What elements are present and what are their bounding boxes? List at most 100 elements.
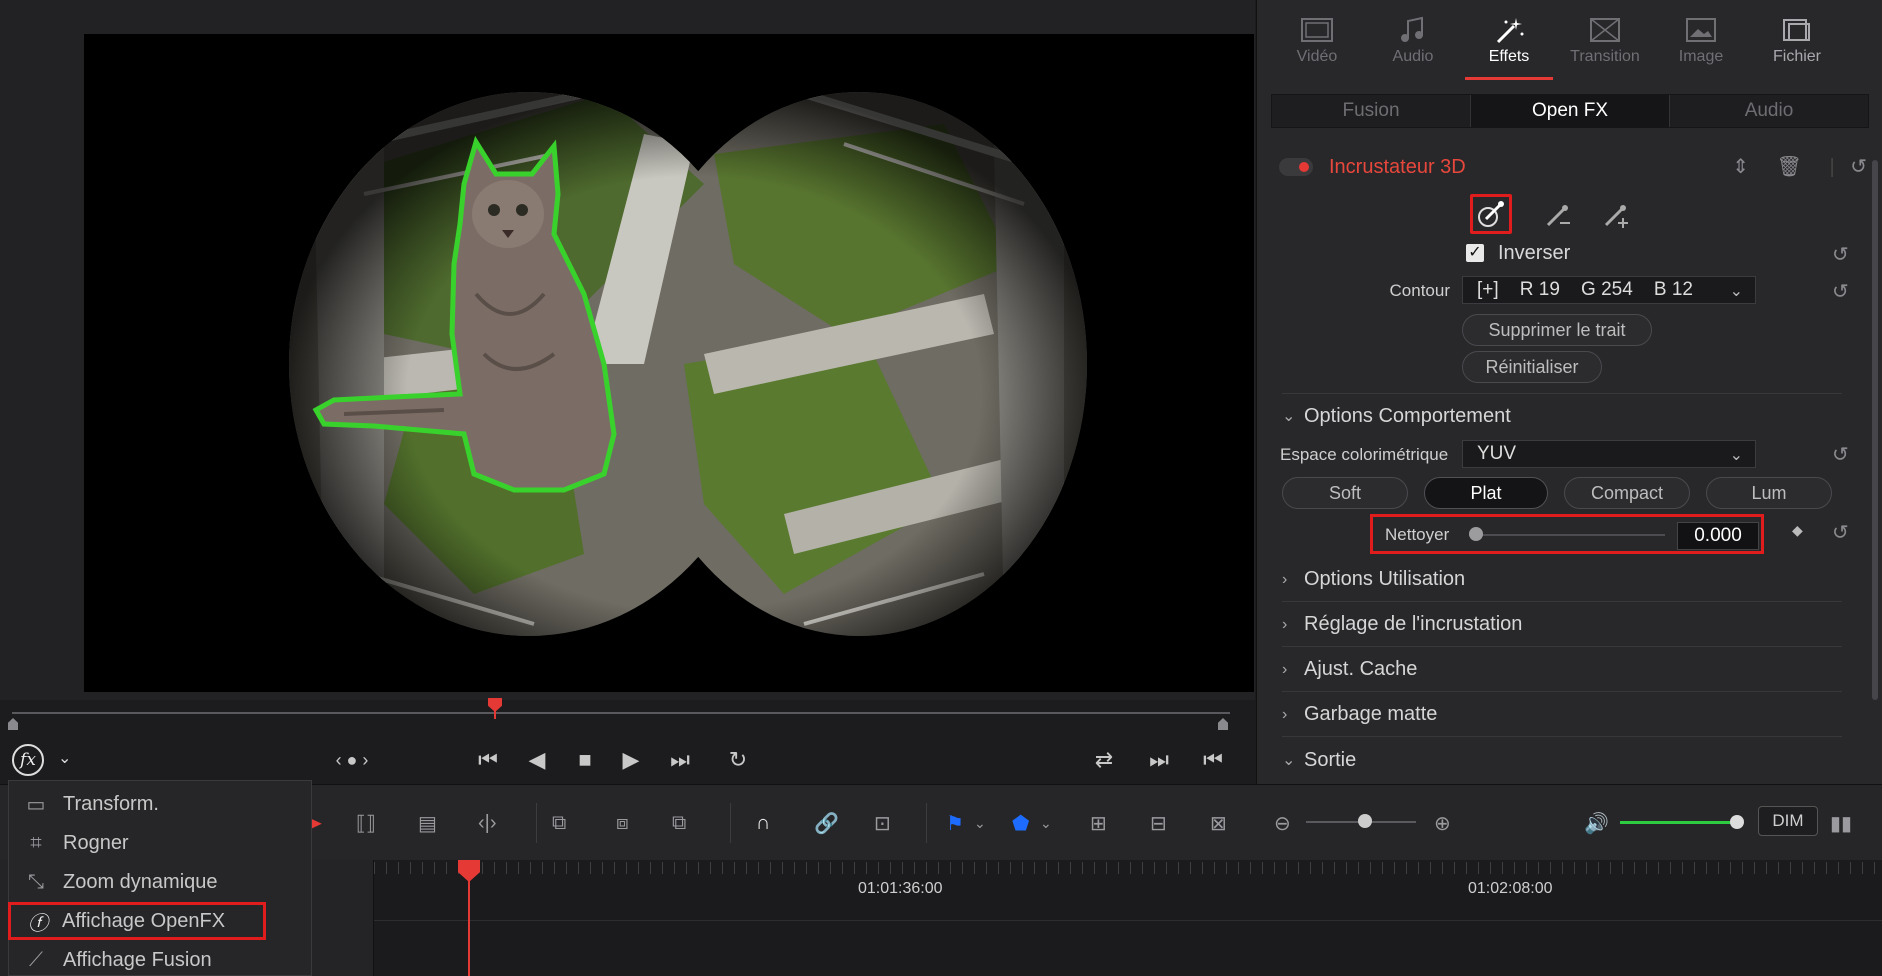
step-back-icon[interactable]: ◀ (520, 742, 554, 778)
overwrite-clip-icon[interactable]: ⧈ (616, 807, 629, 839)
tab-effects[interactable]: Effets (1461, 0, 1557, 80)
clean-slider-knob[interactable] (1469, 527, 1483, 541)
eyedropper-subtract-button[interactable] (1536, 196, 1578, 236)
viewer-playhead[interactable] (488, 698, 502, 712)
contour-color-dropdown[interactable]: [+] R 19 G 254 B 12 ⌄ (1462, 276, 1756, 304)
volume-slider-knob[interactable] (1730, 815, 1744, 829)
colorspace-value: YUV (1477, 443, 1517, 464)
link-icon[interactable]: 🔗 (814, 807, 839, 839)
audio-meter-icon[interactable]: ▮▮ (1830, 807, 1852, 839)
subtab-audio[interactable]: Audio (1670, 95, 1868, 127)
subtab-openfx[interactable]: Open FX (1470, 95, 1670, 127)
magic-wand-icon (1496, 18, 1524, 44)
reset-icon[interactable]: ↺ (1850, 156, 1867, 178)
go-to-end-icon[interactable]: ⏭ (660, 742, 700, 778)
zoom-in-icon[interactable]: ⊕ (1434, 807, 1451, 839)
prev-edit-icon[interactable]: ⏮ (1198, 742, 1228, 778)
trim-edit-icon[interactable]: ⟦⟧ (356, 807, 376, 839)
flag-icon[interactable]: ⚑ (946, 807, 964, 839)
insert-clip-icon[interactable]: ⧉ (552, 807, 566, 839)
reset-icon[interactable]: ↺ (1832, 279, 1882, 304)
clean-value-field[interactable]: 0.000 (1677, 522, 1759, 550)
menu-item-fusion-overlay[interactable]: ⟋ Affichage Fusion (9, 941, 309, 976)
marker-icon[interactable]: ⬟ (1012, 807, 1029, 839)
reset-icon[interactable]: ↺ (1832, 520, 1882, 545)
next-edit-icon[interactable]: ⏭ (1144, 742, 1174, 778)
dim-button[interactable]: DIM (1758, 806, 1818, 836)
blade-icon[interactable]: ‹|› (478, 807, 497, 839)
timecode-label: 01:02:08:00 (1468, 880, 1553, 897)
section-output[interactable]: ⌄ Sortie (1282, 738, 1842, 782)
zoom-custom-icon[interactable]: ⊠ (1210, 807, 1227, 839)
inspector-scrollbar[interactable] (1872, 160, 1878, 700)
effect-enable-toggle[interactable] (1279, 158, 1313, 176)
video-viewer: fx ⌄ ‹ ● › ⏮ ◀ ■ ▶ ⏭ ↻ ⇄ ⏭ ⏮ (0, 0, 1255, 776)
tab-file[interactable]: Fichier (1749, 0, 1845, 80)
match-frame-icon[interactable]: ⇄ (1084, 742, 1124, 778)
invert-checkbox[interactable]: ✓ (1466, 244, 1484, 262)
binocular-preview (289, 92, 1087, 636)
section-behaviour-options[interactable]: ⌄ Options Comportement (1282, 394, 1842, 438)
snapping-magnet-icon[interactable]: ∩ (756, 807, 770, 839)
play-icon[interactable]: ▶ (614, 742, 648, 778)
section-matte-adjust[interactable]: › Ajust. Cache (1282, 648, 1842, 692)
menu-item-transform[interactable]: ▭ Transform. (9, 785, 309, 823)
invert-label: Inverser (1498, 242, 1571, 264)
zoom-slider-knob[interactable] (1358, 814, 1372, 828)
section-garbage-matte[interactable]: › Garbage matte (1282, 693, 1842, 737)
fusion-wand-icon: ⟋ (29, 948, 43, 971)
mode-plat-button[interactable]: Plat (1424, 477, 1548, 509)
trash-icon[interactable]: 🗑 (1777, 156, 1802, 178)
section-key-adjust[interactable]: › Réglage de l'incrustation (1282, 603, 1842, 647)
scrubber-in-handle[interactable] (8, 718, 18, 730)
chevron-right-icon: › (1282, 570, 1288, 588)
stop-icon[interactable]: ■ (568, 742, 602, 778)
clean-slider-track[interactable] (1469, 534, 1665, 536)
tab-transition[interactable]: Transition (1557, 0, 1653, 80)
replace-clip-icon[interactable]: ⧉ (672, 807, 686, 839)
scrubber-out-handle[interactable] (1218, 718, 1228, 730)
tab-audio[interactable]: Audio (1365, 0, 1461, 80)
section-usage-options[interactable]: › Options Utilisation (1282, 558, 1842, 602)
crop-icon: ⌗ (30, 831, 42, 854)
chevron-down-icon[interactable]: ⌄ (974, 807, 986, 839)
menu-item-openfx-overlay[interactable]: ⓕ Affichage OpenFX (8, 902, 266, 940)
keyframe-diamond-icon[interactable]: ◆ (1792, 522, 1803, 539)
go-to-start-icon[interactable]: ⏮ (468, 742, 508, 778)
loop-icon[interactable]: ↻ (718, 742, 758, 778)
chevron-down-icon[interactable]: ⌄ (1040, 807, 1052, 839)
eyedropper-pick-button[interactable] (1470, 194, 1512, 234)
volume-icon[interactable]: 🔊 (1584, 807, 1609, 839)
menu-item-crop[interactable]: ⌗ Rogner (9, 824, 309, 862)
reorder-arrows-icon[interactable]: ⇕ (1732, 156, 1749, 178)
chevron-right-icon: › (1282, 615, 1288, 633)
eyedropper-plus-icon (1604, 205, 1628, 228)
reset-icon[interactable]: ↺ (1832, 442, 1882, 467)
menu-item-dynamic-zoom[interactable]: ⤡ Zoom dynamique (9, 863, 309, 901)
tab-video[interactable]: Vidéo (1269, 0, 1365, 80)
dynamic-trim-icon[interactable]: ▤ (418, 807, 437, 839)
clean-label: Nettoyer (1385, 525, 1450, 544)
subtab-fusion[interactable]: Fusion (1272, 95, 1470, 127)
jog-control[interactable]: ‹ ● › (322, 742, 382, 778)
transport-controls: ‹ ● › ⏮ ◀ ■ ▶ ⏭ ↻ ⇄ ⏭ ⏮ (0, 742, 1255, 778)
remove-stroke-button[interactable]: Supprimer le trait (1462, 314, 1652, 346)
zoom-out-icon[interactable]: ⊖ (1274, 807, 1291, 839)
mode-lum-button[interactable]: Lum (1706, 477, 1832, 509)
eyedropper-add-button[interactable] (1594, 196, 1636, 236)
reset-icon[interactable]: ↺ (1832, 242, 1882, 267)
colorspace-dropdown[interactable]: YUV ⌄ (1462, 440, 1756, 468)
timeline-divider (374, 920, 1882, 921)
mode-compact-button[interactable]: Compact (1564, 477, 1690, 509)
viewer-scrubber-track[interactable] (12, 712, 1230, 714)
position-lock-icon[interactable]: ⊡ (874, 807, 891, 839)
zoom-detail-icon[interactable]: ⊟ (1150, 807, 1167, 839)
effect-title: Incrustateur 3D (1329, 156, 1466, 178)
reset-effect-button[interactable]: Réinitialiser (1462, 351, 1602, 383)
volume-slider-track[interactable] (1620, 821, 1738, 824)
mode-soft-button[interactable]: Soft (1282, 477, 1408, 509)
tab-image[interactable]: Image (1653, 0, 1749, 80)
file-stack-icon (1783, 19, 1810, 41)
zoom-full-icon[interactable]: ⊞ (1090, 807, 1107, 839)
toolbar-separator (730, 803, 731, 843)
